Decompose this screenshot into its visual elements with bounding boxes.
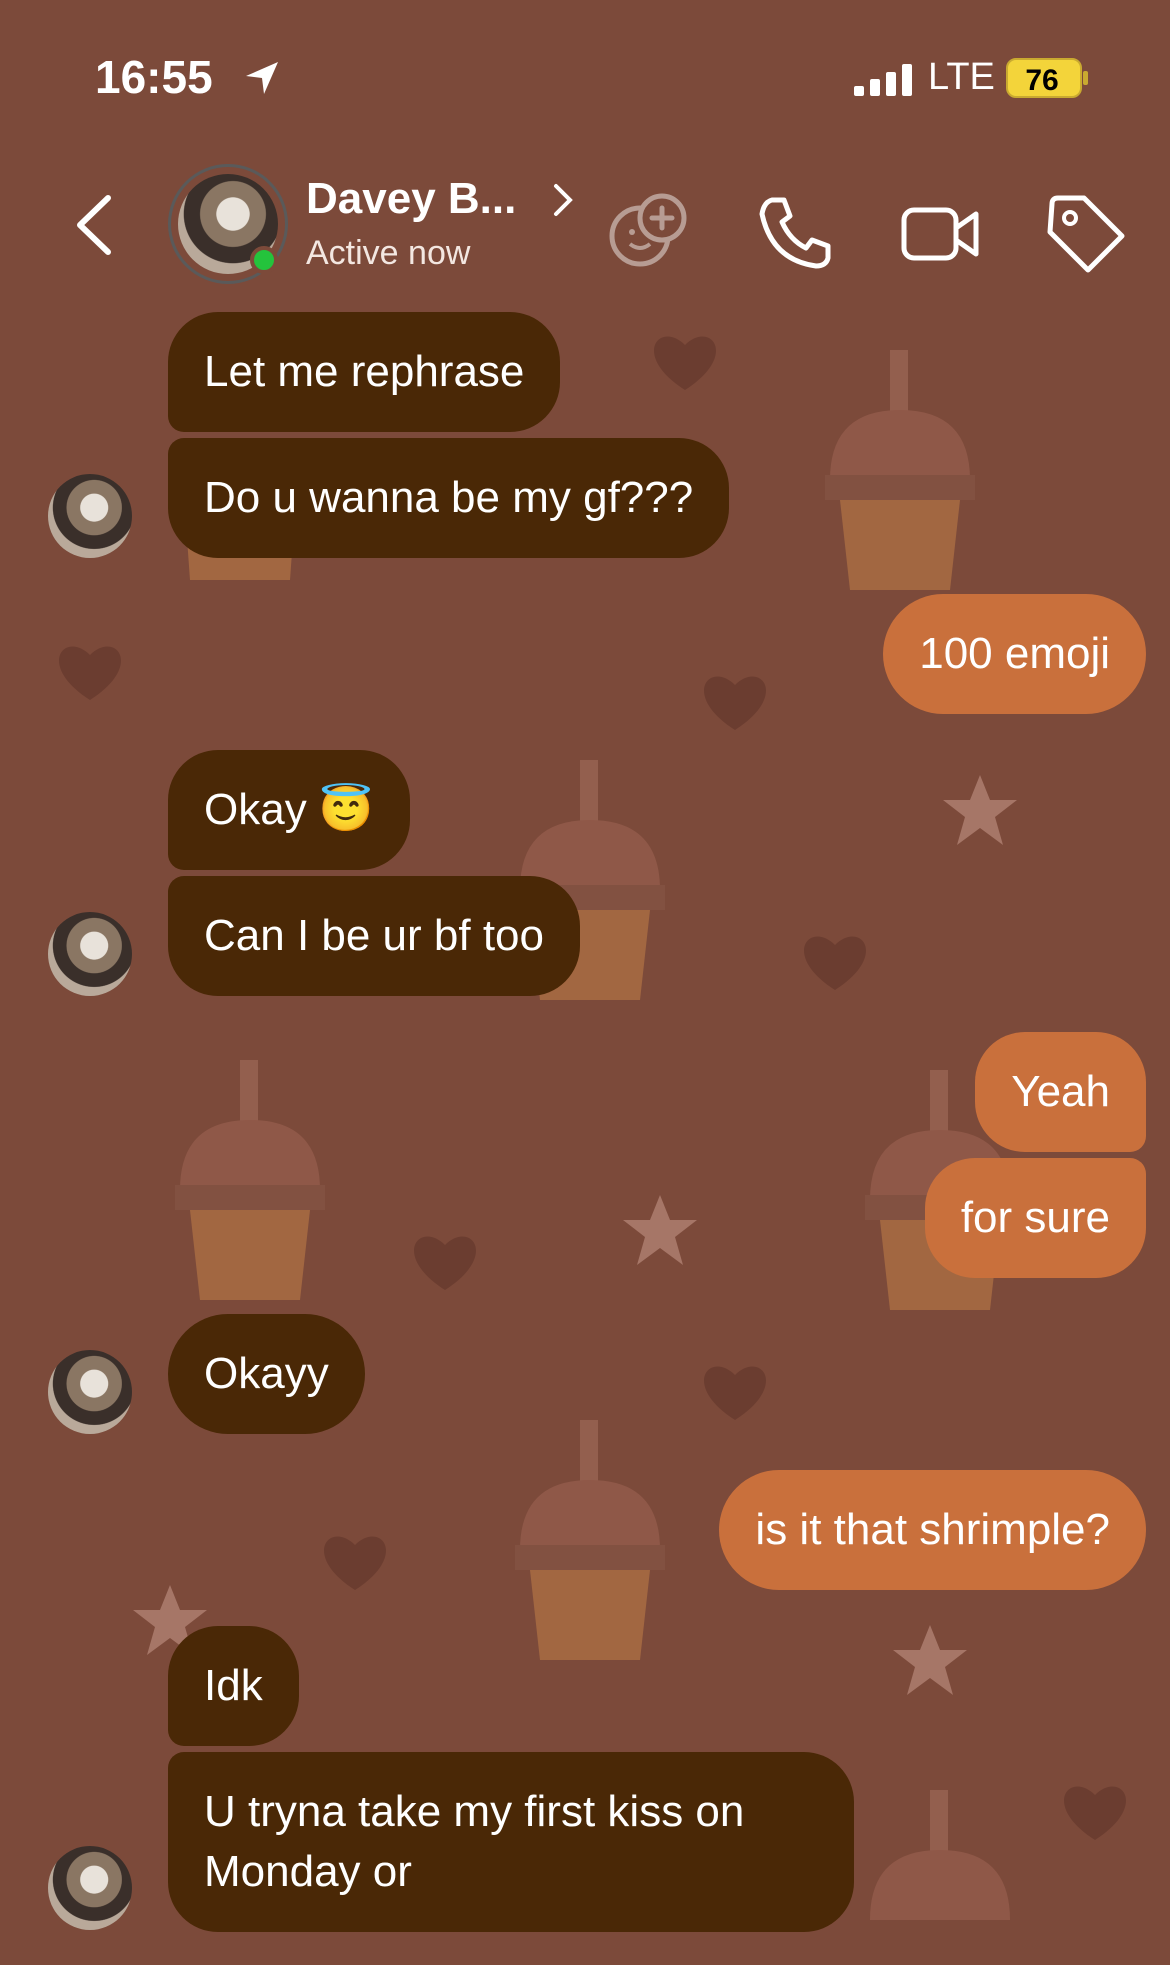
sender-avatar[interactable] xyxy=(48,474,132,558)
sender-avatar[interactable] xyxy=(48,1846,132,1930)
star-icon xyxy=(623,1195,697,1265)
message-bubble[interactable]: is it that shrimple? xyxy=(719,1470,1146,1590)
contact-name[interactable]: Davey B... xyxy=(306,174,516,224)
star-icon xyxy=(893,1625,967,1695)
message-bubble[interactable]: Let me rephrase xyxy=(168,312,561,432)
boba-cup-decoration xyxy=(870,1790,1010,1920)
network-type: LTE xyxy=(928,56,995,98)
message-text: Okay 😇 xyxy=(204,785,374,834)
status-time: 16:55 xyxy=(95,51,213,103)
star-icon xyxy=(943,775,1017,845)
message-bubble[interactable]: Okay 😇 xyxy=(168,750,410,870)
location-arrow-icon xyxy=(246,62,278,94)
boba-cup-decoration xyxy=(515,1420,665,1660)
heart-icon xyxy=(704,676,766,730)
message-bubble[interactable]: U tryna take my first kiss on Monday or xyxy=(168,1752,854,1932)
heart-icon xyxy=(1064,1786,1126,1840)
message-bubble[interactable]: Yeah xyxy=(975,1032,1146,1152)
message-bubble[interactable]: Can I be ur bf too xyxy=(168,876,580,996)
add-people-icon[interactable] xyxy=(604,190,690,276)
heart-icon xyxy=(704,1366,766,1420)
message-bubble[interactable]: Do u wanna be my gf??? xyxy=(168,438,730,558)
heart-icon xyxy=(414,1236,476,1290)
heart-icon xyxy=(804,936,866,990)
heart-icon xyxy=(654,336,716,390)
cellular-signal-icon xyxy=(854,64,912,96)
boba-cup-decoration xyxy=(825,350,975,590)
battery-charging-icon: 76 xyxy=(1006,58,1088,98)
heart-icon xyxy=(324,1536,386,1590)
online-indicator xyxy=(250,246,278,274)
message-bubble[interactable]: Okayy xyxy=(168,1314,365,1434)
message-text: 100 emoji xyxy=(919,629,1110,678)
message-text: Yeah xyxy=(1011,1067,1110,1116)
active-status: Active now xyxy=(306,234,471,272)
battery-level: 76 xyxy=(1025,64,1058,97)
message-bubble[interactable]: 100 emoji xyxy=(883,594,1146,714)
message-text: is it that shrimple? xyxy=(755,1505,1110,1554)
message-bubble[interactable]: for sure xyxy=(924,1158,1146,1278)
sender-avatar[interactable] xyxy=(48,1350,132,1434)
status-bar: 16:55 LTE 76 xyxy=(0,0,1170,150)
back-chevron-icon[interactable] xyxy=(70,190,120,260)
message-text: Idk xyxy=(204,1661,263,1710)
sender-avatar[interactable] xyxy=(48,912,132,996)
chevron-right-icon[interactable] xyxy=(550,180,576,220)
message-text: Can I be ur bf too xyxy=(204,911,544,960)
message-text: U tryna take my first kiss on Monday or xyxy=(204,1787,745,1896)
boba-cup-decoration xyxy=(175,1060,325,1300)
message-text: Let me rephrase xyxy=(204,347,525,396)
chat-header: Davey B... Active now xyxy=(0,160,1170,290)
message-bubble[interactable]: Idk xyxy=(168,1626,299,1746)
tag-icon[interactable] xyxy=(1042,190,1128,276)
video-camera-icon[interactable] xyxy=(898,190,984,276)
phone-icon[interactable] xyxy=(752,190,838,276)
message-text: Okayy xyxy=(204,1349,329,1398)
message-text: for sure xyxy=(960,1193,1110,1242)
message-text: Do u wanna be my gf??? xyxy=(204,473,694,522)
heart-icon xyxy=(59,646,121,700)
